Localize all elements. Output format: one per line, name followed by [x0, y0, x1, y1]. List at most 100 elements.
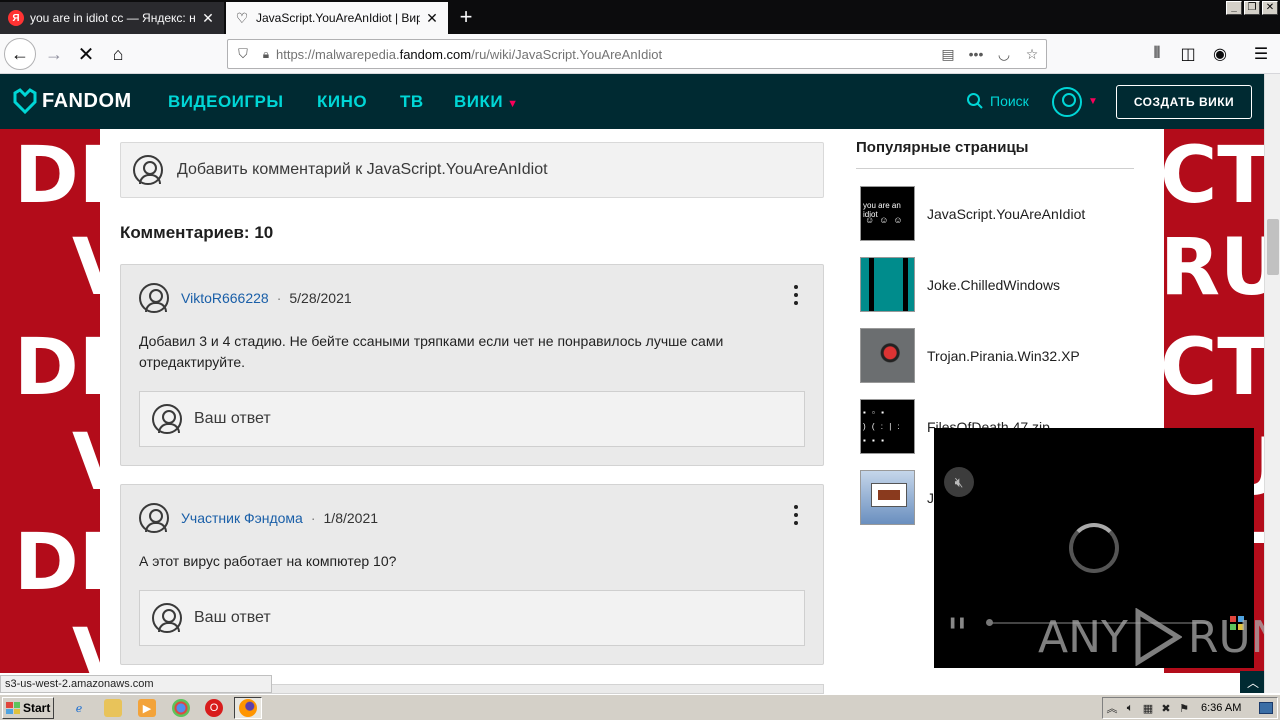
forward-button[interactable]: → [38, 38, 70, 70]
comment-header: ViktoR666228 · 5/28/2021 [139, 283, 352, 313]
page-thumbnail[interactable]: ▪ ▫ ▪ ) ( : | : ▪ ▪ ▪ [860, 399, 915, 454]
fandom-heart-icon: ♡ [235, 9, 249, 26]
home-button[interactable]: ⌂ [102, 38, 134, 70]
media-player-icon[interactable]: ▶ [138, 699, 156, 717]
security-icon[interactable]: ✖ [1157, 702, 1175, 715]
fandom-header: FANDOM ВИДЕОИГРЫ КИНО ТВ ВИКИ ▼ Поиск ▼ С… [0, 74, 1280, 129]
fandom-logo[interactable]: FANDOM [12, 88, 132, 114]
tray-expand-icon[interactable]: ︽ [1103, 700, 1121, 716]
minimize-button[interactable]: _ [1226, 1, 1242, 15]
url-text[interactable]: https://malwarepedia.fandom.com/ru/wiki/… [276, 47, 934, 62]
user-avatar-icon[interactable] [139, 503, 169, 533]
close-icon[interactable]: ✕ [200, 10, 216, 27]
reply-field[interactable]: Ваш ответ [139, 590, 805, 646]
fandom-logo-text: FANDOM [42, 89, 132, 112]
sidebar-icon[interactable]: ◫ [1173, 38, 1203, 70]
page-thumbnail[interactable] [860, 328, 915, 383]
watermark-text: ANY [1038, 611, 1128, 663]
tab-yandex[interactable]: Я you are in idiot cc — Яндекс: наш ✕ [0, 2, 224, 34]
restore-button[interactable]: ❐ [1244, 1, 1260, 15]
shield-icon[interactable]: ⛉ [230, 46, 256, 62]
network-icon[interactable]: ▦ [1139, 702, 1157, 715]
taskbar: Start ℯ ▶ O ︽ 🔈︎ ▦ ✖ ⚑ 6:36 AM [0, 694, 1280, 720]
tab-strip: Я you are in idiot cc — Яндекс: наш ✕ ♡ … [0, 0, 1280, 34]
divider [856, 168, 1134, 169]
start-button[interactable]: Start [2, 697, 54, 719]
volume-icon[interactable]: 🔈︎ [1121, 702, 1139, 715]
page-thumbnail[interactable] [860, 470, 915, 525]
popular-page-label[interactable]: Trojan.Pirania.Win32.XP [927, 348, 1080, 364]
popular-page-label[interactable]: JavaScript.YouAreAnIdiot [927, 206, 1085, 222]
search-button[interactable]: Поиск [966, 92, 1029, 110]
popular-page-label[interactable]: Joke.ChilledWindows [927, 277, 1060, 293]
progress-knob[interactable] [986, 619, 993, 626]
popular-page-item[interactable]: J [860, 470, 934, 525]
nav-movies[interactable]: КИНО [317, 92, 367, 112]
user-avatar-icon [152, 603, 182, 633]
popular-page-item[interactable]: you are an idiot ☺☺☺ JavaScript.YouAreAn… [860, 186, 1085, 241]
start-label: Start [23, 701, 51, 715]
windows-logo-icon [6, 702, 20, 714]
status-link-preview: s3-us-west-2.amazonaws.com [0, 675, 272, 693]
nav-wikis[interactable]: ВИКИ ▼ [454, 92, 518, 112]
add-comment-placeholder: Добавить комментарий к JavaScript.YouAre… [177, 161, 548, 178]
more-options-icon[interactable] [791, 505, 801, 525]
show-desktop-icon[interactable] [1259, 702, 1273, 714]
comment-card: Участник Фэндома · 1/8/2021 А этот вирус… [120, 484, 824, 665]
user-avatar-icon[interactable] [139, 283, 169, 313]
address-bar[interactable]: ⛉ 🔒︎ https://malwarepedia.fandom.com/ru/… [227, 39, 1047, 69]
reply-field[interactable]: Ваш ответ [139, 391, 805, 447]
page-thumbnail[interactable]: you are an idiot ☺☺☺ [860, 186, 915, 241]
tab-fandom[interactable]: ♡ JavaScript.YouAreAnIdiot | Вирус ✕ [226, 2, 448, 34]
chrome-icon[interactable] [172, 699, 190, 717]
scroll-to-top-button[interactable]: ︿ [1240, 671, 1266, 693]
page-thumbnail[interactable] [860, 257, 915, 312]
create-wiki-button[interactable]: СОЗДАТЬ ВИКИ [1116, 85, 1252, 119]
pause-icon[interactable]: ❚❚ [948, 616, 966, 629]
clock[interactable]: 6:36 AM [1201, 702, 1241, 714]
popular-page-item[interactable]: Joke.ChilledWindows [860, 257, 1060, 312]
lock-icon[interactable]: 🔒︎ [256, 47, 276, 62]
stop-button[interactable]: ✕ [70, 38, 102, 70]
add-comment-field[interactable]: Добавить комментарий к JavaScript.YouAre… [120, 142, 824, 198]
window-controls: _ ❐ ✕ [1226, 1, 1278, 15]
page-actions-icon[interactable]: ••• [962, 46, 990, 62]
popular-page-item[interactable]: Trojan.Pirania.Win32.XP [860, 328, 1080, 383]
page-scrollbar[interactable] [1264, 74, 1280, 693]
close-icon[interactable]: ✕ [424, 10, 440, 27]
yandex-icon: Я [8, 10, 24, 26]
comment-author-link[interactable]: ViktoR666228 [181, 290, 269, 306]
user-avatar-icon[interactable] [1052, 87, 1082, 117]
account-icon[interactable]: ◉ [1205, 38, 1235, 70]
comment-header: Участник Фэндома · 1/8/2021 [139, 503, 378, 533]
video-player[interactable]: 🔇︎ ❚❚ ANY RUN [934, 428, 1280, 668]
bg-word: RUS [1160, 223, 1280, 313]
nav-tv[interactable]: ТВ [400, 92, 424, 112]
more-options-icon[interactable] [791, 285, 801, 305]
reader-view-icon[interactable]: ▤ [934, 46, 962, 63]
chevron-down-icon[interactable]: ▼ [1088, 96, 1098, 107]
opera-icon[interactable]: O [205, 699, 223, 717]
loading-spinner-icon [1069, 523, 1119, 573]
scrollbar-thumb[interactable] [1267, 219, 1279, 275]
menu-icon[interactable]: ☰ [1246, 38, 1276, 70]
nav-videogames[interactable]: ВИДЕОИГРЫ [168, 92, 284, 112]
pocket-icon[interactable]: ◡ [990, 46, 1018, 63]
comment-author-link[interactable]: Участник Фэндома [181, 510, 303, 526]
muted-speaker-icon[interactable]: 🔇︎ [944, 467, 974, 497]
new-tab-button[interactable]: + [452, 4, 480, 32]
comments-count: Комментариев: 10 [120, 223, 274, 242]
close-window-button[interactable]: ✕ [1262, 1, 1278, 15]
folder-icon[interactable] [104, 699, 122, 717]
back-button[interactable]: ← [4, 38, 36, 70]
ie-icon[interactable]: ℯ [70, 699, 88, 717]
chevron-down-icon: ▼ [507, 98, 519, 110]
nav-toolbar: ← → ✕ ⌂ ⛉ 🔒︎ https://malwarepedia.fandom… [0, 34, 1280, 74]
comment-date: 5/28/2021 [289, 290, 352, 306]
user-avatar-icon [133, 155, 163, 185]
library-icon[interactable]: ⫴ [1142, 38, 1172, 70]
action-center-flag-icon[interactable]: ⚑ [1175, 702, 1193, 715]
bookmark-star-icon[interactable]: ☆ [1018, 46, 1046, 63]
popular-page-label[interactable]: J [927, 490, 934, 506]
comment-text: А этот вирус работает на компютер 10? [139, 553, 397, 569]
